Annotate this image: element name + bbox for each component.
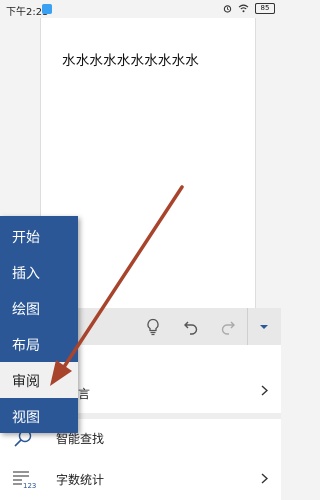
battery-indicator: 85 — [255, 3, 275, 14]
ribbon-divider — [247, 308, 248, 345]
tab-layout[interactable]: 布局 — [0, 326, 78, 362]
more-dropdown-icon[interactable] — [253, 316, 275, 338]
app-notification-icon — [42, 4, 52, 14]
undo-icon[interactable] — [180, 316, 202, 338]
wifi-icon — [238, 4, 249, 13]
tab-view[interactable]: 视图 — [0, 398, 78, 434]
tab-home[interactable]: 开始 — [0, 218, 78, 254]
ribbon-tab-menu: 开始 插入 绘图 布局 审阅 视图 — [0, 216, 78, 433]
redo-icon[interactable] — [217, 316, 239, 338]
status-icons: 85 — [223, 3, 275, 14]
tab-insert[interactable]: 插入 — [0, 254, 78, 290]
tab-label: 审阅 — [12, 374, 40, 390]
tab-review[interactable]: 审阅 — [0, 362, 78, 398]
tab-label: 插入 — [12, 266, 40, 282]
lightbulb-icon[interactable] — [142, 316, 164, 338]
tab-label: 视图 — [12, 410, 40, 426]
alarm-icon — [223, 5, 232, 13]
status-bar: 下午2:23 85 — [0, 0, 281, 18]
chevron-right-icon — [261, 473, 268, 484]
svg-text:123: 123 — [23, 482, 36, 489]
tab-label: 开始 — [12, 230, 40, 246]
tab-draw[interactable]: 绘图 — [0, 290, 78, 326]
tab-label: 布局 — [12, 338, 40, 354]
command-row-word-count[interactable]: 123 字数统计 — [0, 459, 281, 500]
chevron-right-icon — [261, 385, 268, 396]
document-text[interactable]: 水水水水水水水水水水 — [62, 49, 199, 69]
command-label: 字数统计 — [56, 473, 105, 487]
word-count-icon: 123 — [13, 471, 36, 489]
tab-label: 绘图 — [12, 302, 40, 318]
